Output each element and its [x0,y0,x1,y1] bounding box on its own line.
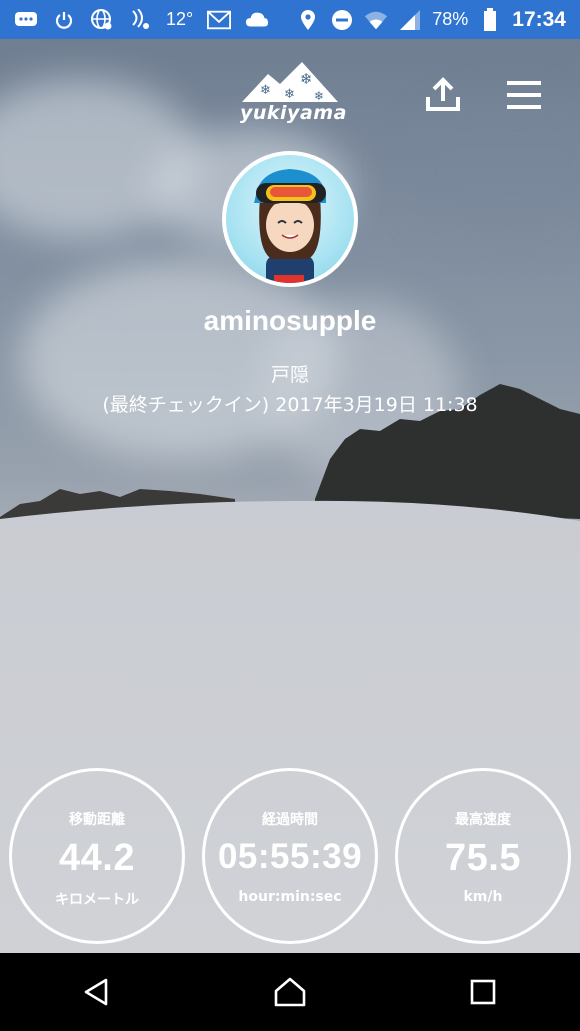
wifi-icon [364,8,388,32]
location-icon [296,8,320,32]
back-icon [84,978,107,1006]
home-button[interactable] [260,962,320,1022]
stat-label: 経過時間 [262,812,318,828]
stat-unit: km/h [463,889,503,905]
last-checkin: (最終チェックイン) 2017年3月19日 11:38 [102,394,478,416]
svg-text:❄: ❄ [284,87,295,102]
chat-bubble-icon [14,8,38,32]
recents-button[interactable] [453,962,513,1022]
battery-percent: 78% [432,9,469,29]
battery-icon [478,7,502,32]
stat-label: 移動距離 [69,812,125,828]
menu-button[interactable] [505,78,543,112]
avatar[interactable] [222,151,358,287]
power-icon [52,8,76,32]
cloud-icon [245,8,269,32]
do-not-disturb-icon [330,8,354,32]
home-icon [274,977,306,1007]
stat-value: 44.2 [59,837,135,879]
stat-unit: hour:min:sec [238,889,342,905]
svg-text:❄: ❄ [314,89,324,103]
stat-value: 75.5 [445,837,521,879]
logo-text: yukiyama [240,102,347,124]
stat-unit: キロメートル [55,892,139,908]
clock: 17:34 [512,7,566,31]
globe-icon [90,8,114,32]
stat-value: 05:55:39 [217,837,363,876]
recents-icon [471,979,496,1005]
skier-avatar-icon [254,169,326,283]
share-button[interactable] [424,76,462,114]
stat-max-speed: 最高速度 75.5 km/h [395,768,571,944]
mail-icon [207,8,232,32]
nfc-icon [128,8,152,32]
temperature-text: 12° [166,9,194,29]
back-button[interactable] [67,962,127,1022]
stat-label: 最高速度 [455,812,511,828]
svg-text:❄: ❄ [300,70,313,88]
navigation-bar [0,953,580,1031]
status-bar: 12° 78% 17:34 [0,0,580,39]
resort-name: 戸隠 [270,364,309,386]
mountain-logo-icon: ❄ ❄ ❄ ❄ [242,62,338,103]
signal-icon [398,8,422,32]
svg-text:❄: ❄ [260,83,271,98]
hamburger-menu-icon [507,81,541,109]
stat-elapsed-time: 経過時間 05:55:39 hour:min:sec [202,768,378,944]
username: aminosupple [203,305,377,336]
stat-distance: 移動距離 44.2 キロメートル [9,768,185,944]
share-upload-icon [426,77,460,111]
yukiyama-logo: ❄ ❄ ❄ ❄ yukiyama [240,60,347,130]
